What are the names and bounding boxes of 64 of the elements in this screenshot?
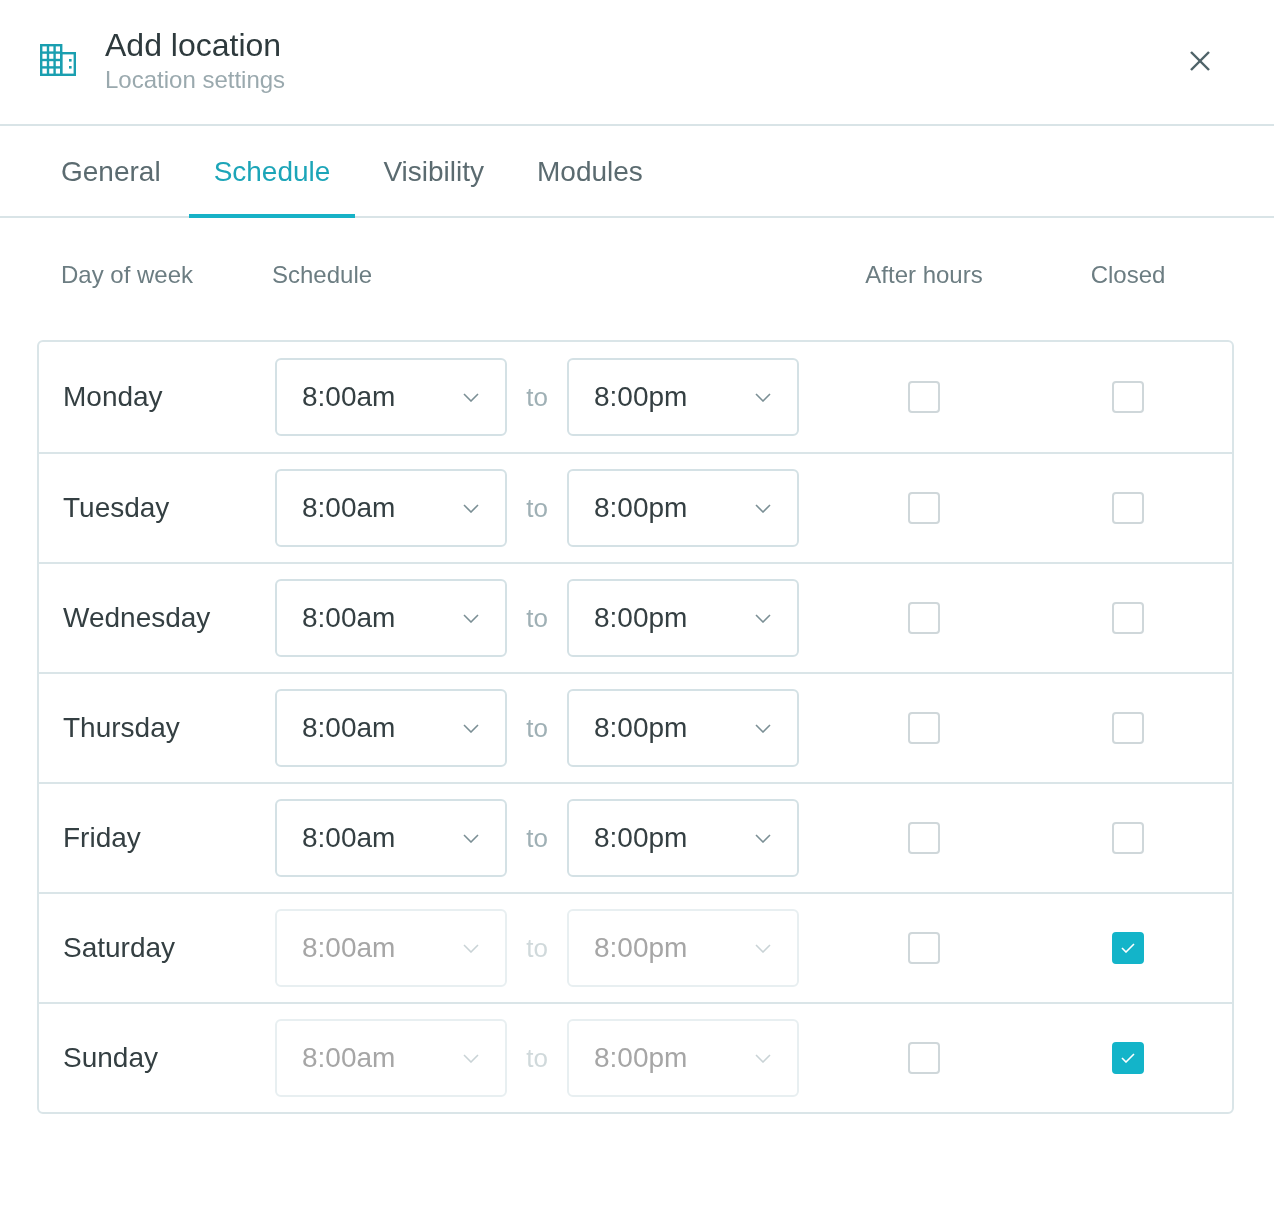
- day-label: Friday: [63, 822, 141, 853]
- closed-checkbox[interactable]: [1112, 712, 1144, 744]
- after-hours-checkbox[interactable]: [908, 602, 940, 634]
- end-time-select[interactable]: 8:00pm: [567, 799, 799, 877]
- close-icon: [1190, 51, 1210, 71]
- closed-checkbox[interactable]: [1112, 381, 1144, 413]
- after-hours-checkbox[interactable]: [908, 381, 940, 413]
- to-label: to: [526, 711, 548, 745]
- chevron-down-icon: [755, 613, 771, 623]
- column-header: Closed: [1090, 260, 1166, 290]
- closed-checkbox[interactable]: [1112, 602, 1144, 634]
- checkmark-icon: [1121, 943, 1135, 953]
- chevron-down-icon: [463, 613, 479, 623]
- chevron-down-icon: [463, 833, 479, 843]
- tab[interactable]: Modules: [512, 126, 668, 218]
- column-header: After hours: [865, 260, 983, 290]
- start-time-select[interactable]: 8:00am: [275, 799, 507, 877]
- closed-checkbox[interactable]: [1112, 932, 1144, 964]
- close-button[interactable]: [1188, 49, 1212, 73]
- checkmark-icon: [1121, 1053, 1135, 1063]
- after-hours-checkbox[interactable]: [908, 1042, 940, 1074]
- tab[interactable]: General: [36, 126, 186, 218]
- chevron-down-icon: [755, 1053, 771, 1063]
- after-hours-checkbox[interactable]: [908, 712, 940, 744]
- chevron-down-icon: [755, 943, 771, 953]
- chevron-down-icon: [755, 833, 771, 843]
- chevron-down-icon: [463, 723, 479, 733]
- chevron-down-icon: [463, 943, 479, 953]
- closed-checkbox[interactable]: [1112, 492, 1144, 524]
- chevron-down-icon: [463, 392, 479, 402]
- closed-checkbox[interactable]: [1112, 1042, 1144, 1074]
- after-hours-checkbox[interactable]: [908, 492, 940, 524]
- dialog-title: Add location: [105, 26, 283, 65]
- column-header: Schedule: [272, 261, 373, 288]
- chevron-down-icon: [755, 723, 771, 733]
- dialog-subtitle: Location settings: [105, 65, 286, 95]
- to-label: to: [526, 601, 548, 635]
- end-time-select[interactable]: 8:00pm: [567, 579, 799, 657]
- to-label: to: [526, 821, 548, 855]
- chevron-down-icon: [463, 1053, 479, 1063]
- day-label: Saturday: [63, 932, 176, 963]
- end-time-select[interactable]: 8:00pm: [567, 358, 799, 436]
- start-time-select[interactable]: 8:00am: [275, 579, 507, 657]
- tab[interactable]: Visibility: [358, 126, 509, 218]
- building-icon: [40, 44, 76, 76]
- day-label: Thursday: [63, 712, 180, 743]
- day-label: Sunday: [63, 1042, 158, 1073]
- chevron-down-icon: [463, 503, 479, 513]
- to-label: to: [526, 380, 548, 414]
- start-time-select[interactable]: 8:00am: [275, 358, 507, 436]
- to-label: to: [526, 491, 548, 525]
- day-label: Wednesday: [63, 602, 211, 633]
- closed-checkbox[interactable]: [1112, 822, 1144, 854]
- chevron-down-icon: [755, 392, 771, 402]
- day-label: Tuesday: [63, 492, 170, 523]
- end-time-select[interactable]: 8:00pm: [567, 689, 799, 767]
- start-time-select[interactable]: 8:00am: [275, 689, 507, 767]
- after-hours-checkbox[interactable]: [908, 932, 940, 964]
- column-header: Day of week: [61, 261, 194, 288]
- start-time-select[interactable]: 8:00am: [275, 469, 507, 547]
- end-time-select[interactable]: 8:00pm: [567, 469, 799, 547]
- chevron-down-icon: [755, 503, 771, 513]
- day-label: Monday: [63, 381, 163, 412]
- after-hours-checkbox[interactable]: [908, 822, 940, 854]
